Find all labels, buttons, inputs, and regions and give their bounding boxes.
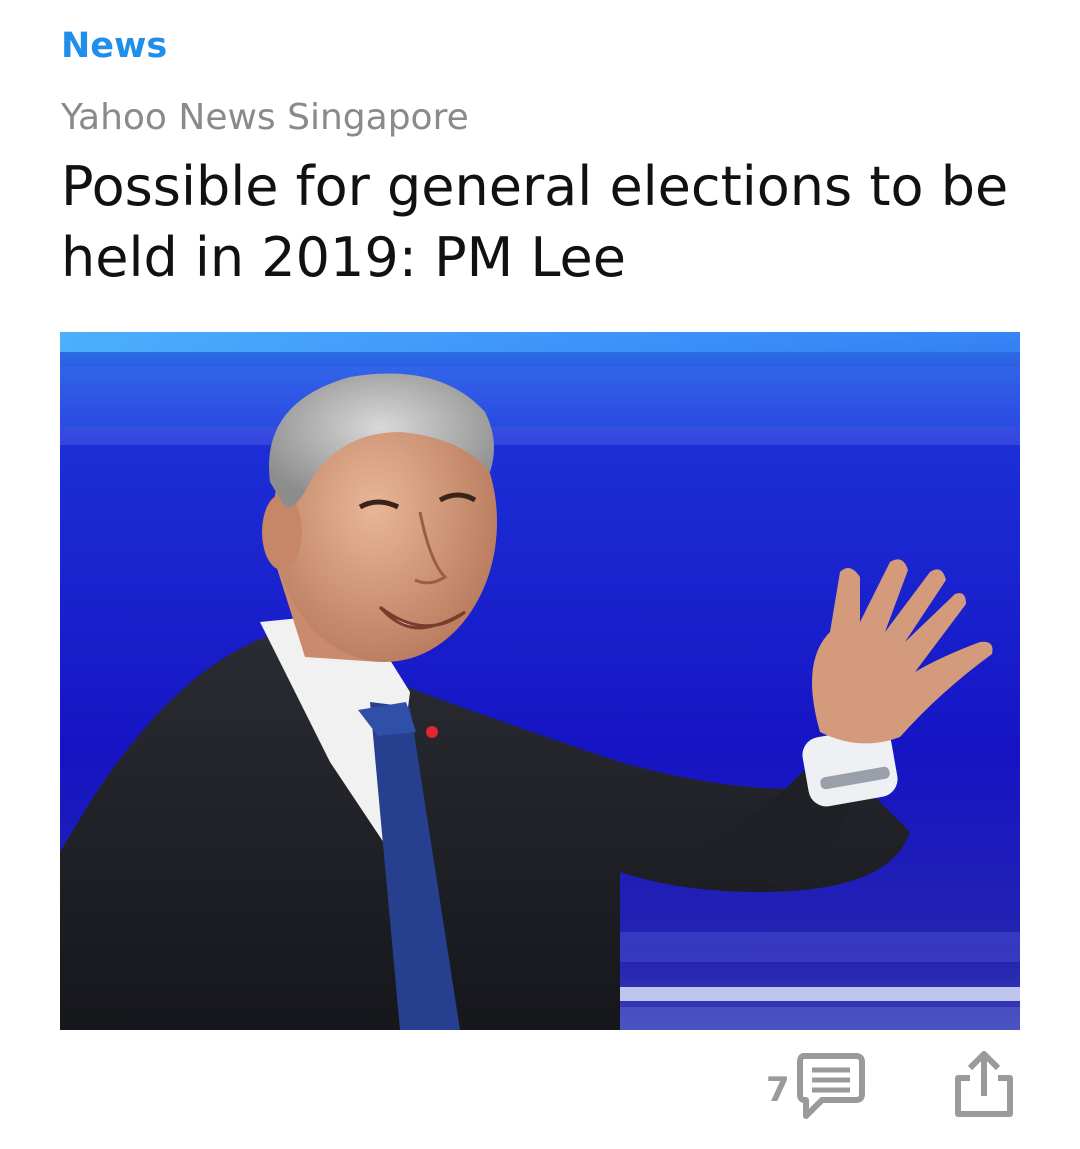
category-label[interactable]: News (61, 24, 167, 68)
article-headline[interactable]: Possible for general elections to be hel… (61, 151, 1031, 293)
comments-action[interactable]: 7 (766, 1048, 866, 1124)
photo-illustration (60, 332, 1020, 1030)
news-card[interactable]: News Yahoo News Singapore Possible for g… (0, 0, 1080, 1149)
share-icon[interactable] (952, 1048, 1016, 1124)
source-name: Yahoo News Singapore (61, 97, 469, 138)
comment-bubble-icon[interactable] (796, 1048, 866, 1124)
share-action[interactable] (952, 1048, 1016, 1124)
comment-count: 7 (766, 1070, 790, 1110)
article-photo[interactable] (60, 332, 1020, 1030)
